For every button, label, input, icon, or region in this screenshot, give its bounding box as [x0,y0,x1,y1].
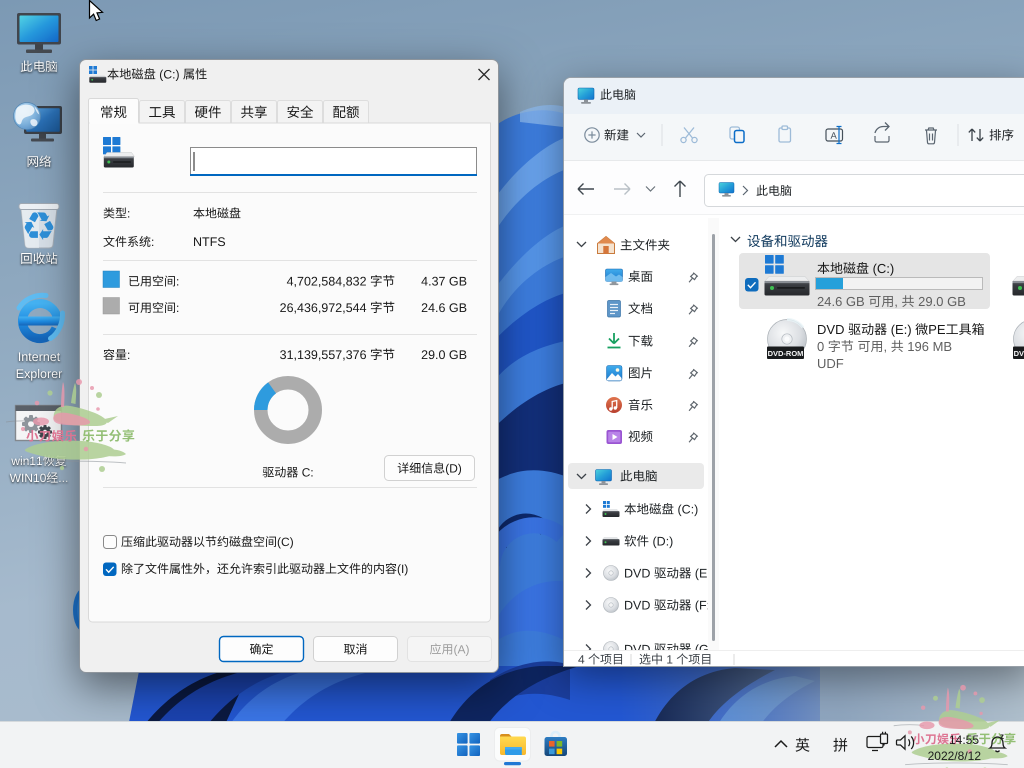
svg-text:DVD-ROM: DVD-ROM [768,349,804,358]
svg-text:z: z [1000,732,1004,741]
svg-text:14:55: 14:55 [949,733,979,747]
svg-text:2022/8/12: 2022/8/12 [928,749,982,763]
svg-text:DVD-ROM: DVD-ROM [1014,349,1024,358]
